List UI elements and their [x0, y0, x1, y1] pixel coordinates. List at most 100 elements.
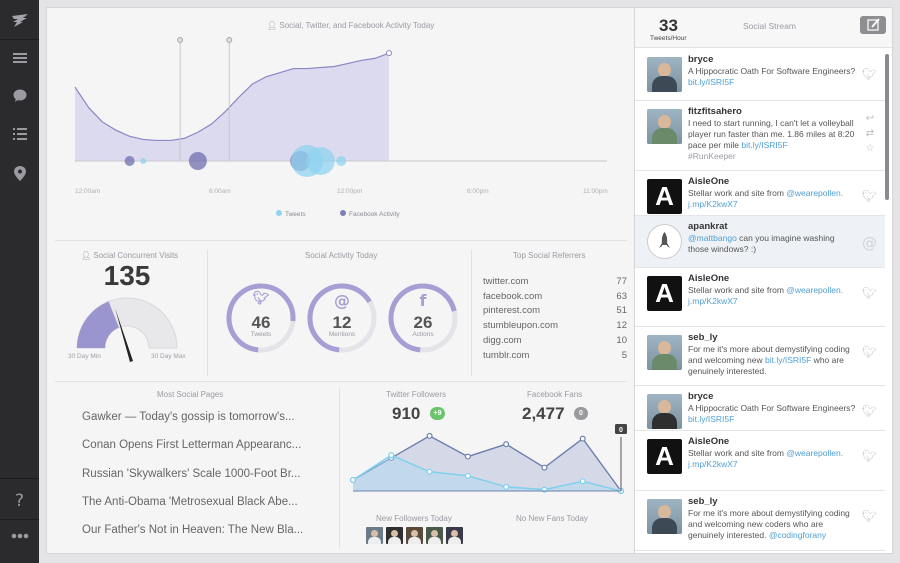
- reply-icon[interactable]: ↩: [863, 111, 877, 126]
- referrer-row[interactable]: facebook.com 63: [483, 291, 627, 305]
- tweet-link[interactable]: j.mp/K2kwX7: [688, 199, 738, 209]
- list-icon[interactable]: [6, 120, 33, 147]
- feather-logo-icon[interactable]: [6, 7, 33, 34]
- x-tick-label: 12:00am: [75, 188, 100, 195]
- tweet-hashtag[interactable]: #RunKeeper: [688, 151, 736, 161]
- tweet-item[interactable]: A AisleOne Stellar work and site from @wea…: [635, 171, 885, 216]
- referrer-row[interactable]: tumblr.com 5: [483, 350, 627, 364]
- tweet-avatar[interactable]: [647, 394, 682, 429]
- chat-bubble-icon[interactable]: [6, 82, 33, 109]
- twitter-delta-badge: +9: [430, 407, 445, 420]
- location-pin-icon[interactable]: [6, 160, 33, 187]
- tweet-avatar[interactable]: [647, 335, 682, 370]
- twitter-bird-icon[interactable]: 🐦︎: [862, 449, 877, 463]
- tweet-item[interactable]: seb_ly For me it's more about demystifyin…: [635, 491, 885, 551]
- tweet-mention-link[interactable]: @mattbango: [688, 233, 737, 243]
- twitter-bird-icon[interactable]: 🐦︎: [862, 67, 877, 81]
- stream-scrollbar[interactable]: [885, 54, 889, 200]
- tweet-avatar[interactable]: [647, 57, 682, 92]
- tweet-author[interactable]: bryce: [688, 391, 713, 402]
- at-icon: @: [334, 291, 350, 310]
- tweet-item[interactable]: seb_ly For me it's more about demystifyin…: [635, 327, 885, 386]
- tweet-link[interactable]: bit.ly/ISRI5F: [765, 355, 811, 365]
- tweet-item[interactable]: A AisleOne Stellar work and site from @wea…: [635, 268, 885, 327]
- tweet-item[interactable]: A AisleOne Stellar work and site from @wea…: [635, 431, 885, 491]
- tweet-avatar[interactable]: A: [647, 439, 682, 474]
- followers-point: [503, 483, 510, 490]
- referrer-count: 77: [616, 276, 627, 287]
- followers-chart: 0: [349, 424, 627, 494]
- social-activity-title: Social Activity Today: [305, 251, 378, 260]
- gauge-max-label: 30 Day Max: [151, 353, 186, 360]
- activity-bubble: [124, 156, 135, 166]
- tweet-author[interactable]: seb_ly: [688, 496, 718, 507]
- tweet-link[interactable]: j.mp/K2kwX7: [688, 459, 738, 469]
- follower-avatar[interactable]: [426, 527, 443, 544]
- tweet-avatar[interactable]: [647, 109, 682, 144]
- twitter-bird-icon[interactable]: 🐦︎: [862, 286, 877, 300]
- tweet-avatar[interactable]: A: [647, 276, 682, 311]
- tweet-link[interactable]: j.mp/K2kwX7: [688, 296, 738, 306]
- legend-label: Facebook Activity: [349, 211, 400, 218]
- follower-avatar[interactable]: [446, 527, 463, 544]
- referrer-count: 51: [616, 305, 627, 317]
- social-page-link[interactable]: Gawker — Today's gossip is tomorrow's...: [82, 411, 322, 423]
- at-icon[interactable]: @: [862, 234, 877, 252]
- tweet-body: Stellar work and site from: [688, 448, 787, 458]
- tweet-link[interactable]: @wearepollen.: [786, 448, 843, 458]
- facebook-fans-value: 2,477: [522, 404, 565, 423]
- compose-button[interactable]: [860, 16, 886, 34]
- x-tick-label: 12:00pm: [337, 188, 362, 195]
- tweet-avatar[interactable]: [647, 499, 682, 534]
- follower-avatar[interactable]: [386, 527, 403, 544]
- tweet-avatar[interactable]: A: [647, 179, 682, 214]
- social-page-link[interactable]: Russian 'Skywalkers' Scale 1000-Foot Br.…: [82, 468, 322, 480]
- ring-label: Actions: [412, 331, 434, 338]
- tweet-item[interactable]: fitzfitsahero I need to start running, I …: [635, 101, 885, 171]
- social-page-link[interactable]: The Anti-Obama 'Metrosexual Black Abe...: [82, 496, 322, 508]
- social-page-link[interactable]: Conan Opens First Letterman Appearanc...: [82, 439, 322, 451]
- more-dots-icon[interactable]: [6, 522, 33, 549]
- followers-point: [388, 452, 395, 459]
- referrer-row[interactable]: stumbleupon.com 12: [483, 320, 627, 334]
- twitter-bird-icon[interactable]: 🐦︎: [862, 345, 877, 359]
- tweet-item[interactable]: apankrat @mattbango can you imagine washi…: [635, 216, 885, 268]
- facebook-f-icon: f: [419, 291, 427, 310]
- star-icon[interactable]: ☆: [863, 141, 877, 156]
- tweet-link[interactable]: @wearepollen.: [786, 285, 843, 295]
- tweet-item[interactable]: bryce A Hippocratic Oath For Software Eng…: [635, 49, 885, 101]
- activity-chart: 12:00am 6:00am 12:00pm 6:00pm 11:00pm Tweets F…: [74, 37, 608, 218]
- referrer-row[interactable]: pinterest.com 51: [483, 305, 627, 319]
- twitter-bird-icon[interactable]: 🐦︎: [862, 404, 877, 418]
- tweet-link[interactable]: @codingforany: [769, 530, 826, 540]
- referrer-count: 12: [616, 320, 627, 332]
- tweet-author[interactable]: seb_ly: [688, 332, 718, 343]
- menu-lines-icon[interactable]: [6, 44, 33, 71]
- tweet-link[interactable]: bit.ly/ISRI5F: [741, 140, 787, 150]
- tweet-author[interactable]: fitzfitsahero: [688, 106, 742, 117]
- referrer-count: 10: [616, 334, 627, 346]
- tweet-body: A Hippocratic Oath For Software Engineer…: [688, 403, 856, 413]
- help-question-icon[interactable]: ?: [6, 487, 33, 514]
- follower-avatar[interactable]: [366, 527, 383, 544]
- twitter-bird-icon[interactable]: 🐦︎: [862, 509, 877, 523]
- tweet-item[interactable]: bryce A Hippocratic Oath For Software Eng…: [635, 386, 885, 431]
- social-page-link[interactable]: Our Father's Not in Heaven: The New Bla.…: [82, 524, 322, 536]
- tweet-author[interactable]: bryce: [688, 54, 713, 65]
- referrer-row[interactable]: twitter.com 77: [483, 276, 627, 290]
- retweet-icon[interactable]: ⇄: [863, 126, 877, 141]
- tweet-author[interactable]: AisleOne: [688, 273, 729, 284]
- tweet-avatar[interactable]: [647, 224, 682, 259]
- twitter-bird-icon[interactable]: 🐦︎: [862, 189, 877, 203]
- tweet-link[interactable]: bit.ly/ISRI5F: [688, 414, 734, 424]
- tweets-per-hour-label: Tweets/Hour: [650, 35, 687, 42]
- follower-avatar[interactable]: [406, 527, 423, 544]
- tweet-link[interactable]: @wearepollen.: [786, 188, 843, 198]
- tweet-author[interactable]: AisleOne: [688, 176, 729, 187]
- tweet-author[interactable]: apankrat: [688, 221, 728, 232]
- tweet-author[interactable]: AisleOne: [688, 436, 729, 447]
- referrer-row[interactable]: digg.com 10: [483, 335, 627, 349]
- referrer-name: twitter.com: [483, 276, 529, 287]
- followers-point: [464, 453, 471, 460]
- tweet-link[interactable]: bit.ly/ISRI5F: [688, 77, 734, 87]
